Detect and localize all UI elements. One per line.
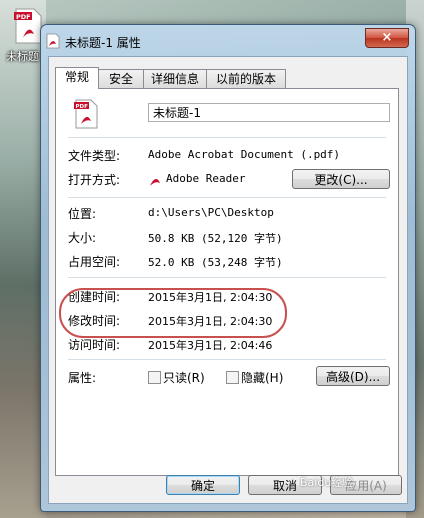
pdf-file-icon[interactable]: PDF [14, 8, 42, 44]
file-type-label: 文件类型: [68, 149, 121, 163]
location-value: d:\Users\PC\Desktop [148, 206, 274, 219]
file-name-field[interactable]: 未标题-1 [148, 103, 390, 122]
title-bar[interactable]: 未标题-1 属性 × [41, 25, 415, 55]
separator [68, 197, 386, 198]
hidden-checkbox[interactable] [226, 371, 239, 384]
modified-label: 修改时间: [68, 314, 121, 328]
advanced-button[interactable]: 高级(D)... [316, 366, 390, 386]
dialog-client-area: 常规 安全 详细信息 以前的版本 PDF 未标题-1 文件类型: Adobe A… [48, 56, 408, 504]
accessed-label: 访问时间: [68, 338, 121, 352]
readonly-checkbox[interactable] [148, 371, 161, 384]
open-with-value: Adobe Reader [166, 172, 246, 185]
watermark: Baidu经验 [300, 476, 354, 489]
window-title: 未标题-1 属性 [65, 36, 141, 50]
separator [68, 277, 386, 278]
tab-security[interactable]: 安全 [98, 69, 144, 88]
pdf-badge-text: PDF [16, 13, 31, 21]
general-tab-page: PDF 未标题-1 文件类型: Adobe Acrobat Document (… [55, 88, 399, 476]
open-with-label: 打开方式: [68, 173, 121, 187]
desktop-icon-label[interactable]: 未标题 [6, 48, 39, 64]
tab-general[interactable]: 常规 [55, 67, 99, 89]
change-button[interactable]: 更改(C)... [292, 169, 390, 189]
hidden-label[interactable]: 隐藏(H) [241, 369, 283, 386]
pdf-document-icon: PDF [74, 99, 98, 129]
close-button[interactable]: × [365, 28, 409, 48]
readonly-label[interactable]: 只读(R) [163, 369, 205, 386]
attributes-label: 属性: [68, 371, 97, 385]
file-type-value: Adobe Acrobat Document (.pdf) [148, 148, 341, 161]
adobe-reader-icon [148, 172, 162, 188]
accessed-value: 2015年3月1日, 2:04:46 [148, 339, 273, 352]
separator [68, 137, 386, 138]
pdf-icon [46, 33, 60, 49]
size-label: 大小: [68, 231, 97, 245]
tab-details[interactable]: 详细信息 [143, 69, 207, 88]
size-on-disk-value: 52.0 KB (53,248 字节) [148, 256, 283, 269]
properties-window: 未标题-1 属性 × 常规 安全 详细信息 以前的版本 PDF 未标题-1 文件… [40, 24, 416, 512]
size-value: 50.8 KB (52,120 字节) [148, 232, 283, 245]
ok-button[interactable]: 确定 [166, 475, 240, 495]
created-label: 创建时间: [68, 290, 121, 304]
created-value: 2015年3月1日, 2:04:30 [148, 291, 273, 304]
location-label: 位置: [68, 207, 97, 221]
size-on-disk-label: 占用空间: [68, 255, 121, 269]
modified-value: 2015年3月1日, 2:04:30 [148, 315, 273, 328]
pdf-badge-text-small: PDF [76, 104, 89, 110]
separator [68, 359, 386, 360]
tab-previous-versions[interactable]: 以前的版本 [206, 69, 286, 88]
